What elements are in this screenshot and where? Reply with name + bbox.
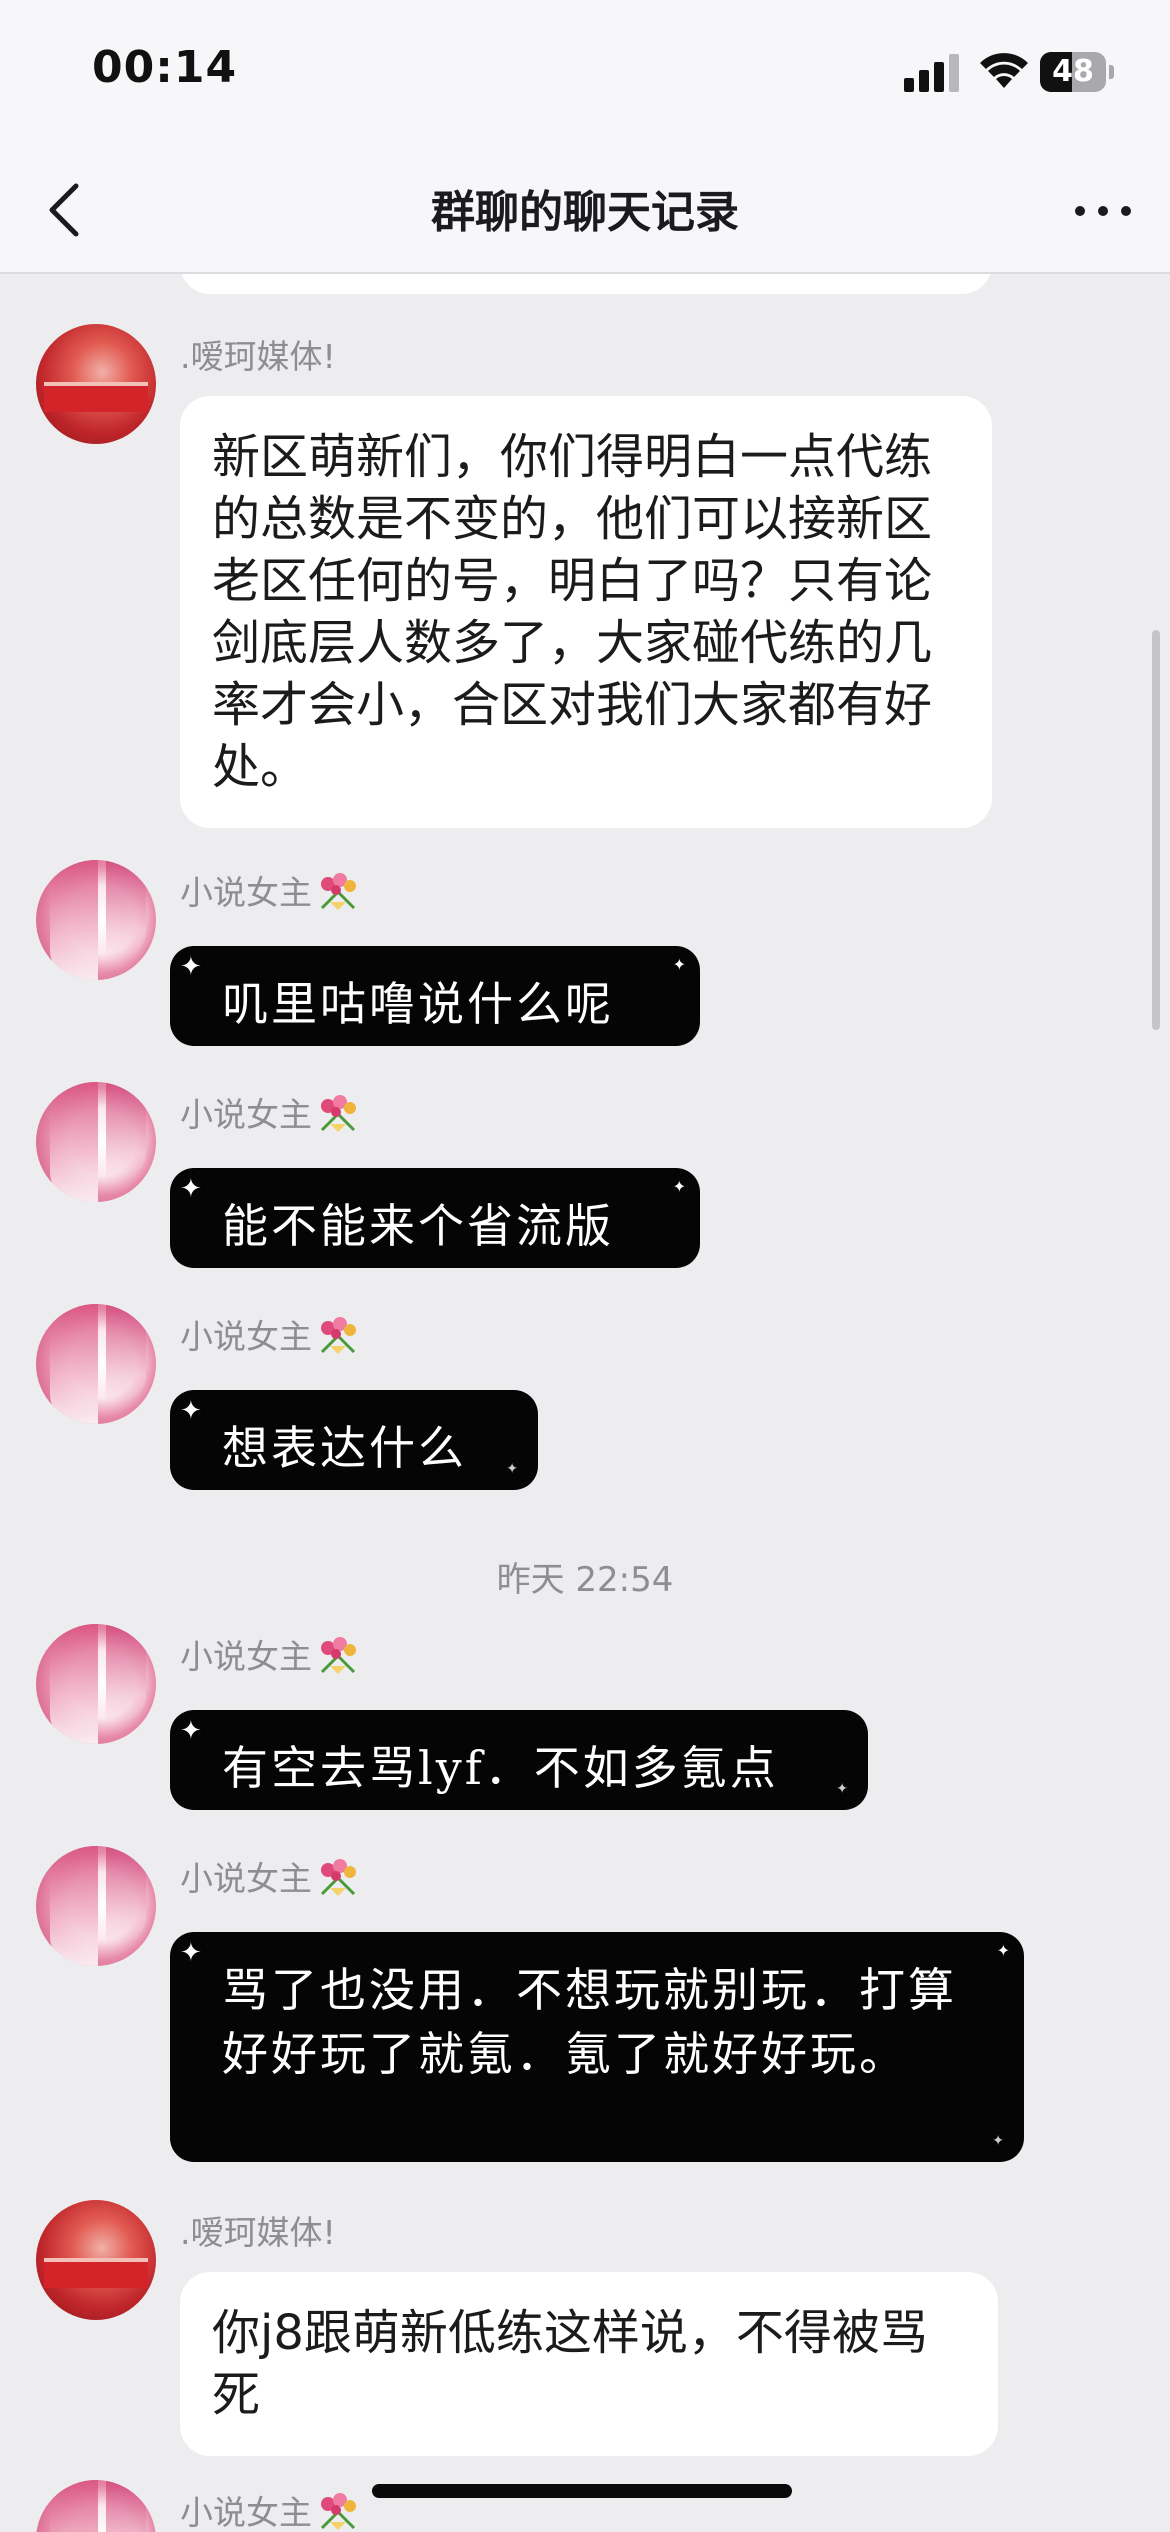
battery-body: 48 — [1040, 52, 1106, 92]
sender-name-text: 小说女主 — [180, 873, 312, 912]
message-bubble[interactable]: 你j8跟萌新低练这样说，不得被骂死 — [180, 2272, 998, 2456]
sender-name-text: .嗳珂媒体! — [180, 2213, 336, 2252]
home-indicator[interactable] — [372, 2484, 792, 2498]
avatar[interactable] — [36, 2480, 156, 2532]
nav-bar: 群聊的聊天记录 — [0, 150, 1170, 274]
sender-name: 小说女主 — [180, 1088, 360, 1136]
sender-name: 小说女主 — [180, 2486, 360, 2532]
status-bar: 00:14 48 — [0, 0, 1170, 150]
battery-cap — [1109, 65, 1114, 79]
message-text: 你j8跟萌新低练这样说，不得被骂死 — [212, 2305, 928, 2423]
message-text: 想表达什么 — [222, 1421, 467, 1475]
sparkle-icon: ✦ — [180, 1716, 202, 1746]
avatar[interactable] — [36, 1304, 156, 1424]
chat-area[interactable]: .嗳珂媒体! 新区萌新们，你们得明白一点代练的总数是不变的，他们可以接新区老区任… — [0, 274, 1170, 2532]
sparkle-icon: ✦ — [672, 1177, 686, 1196]
flower-bouquet-icon — [320, 2493, 356, 2530]
message-bubble[interactable]: ✦ ✦ 想表达什么 — [170, 1390, 538, 1490]
sparkle-icon: ✦ — [180, 1396, 202, 1426]
sparkle-icon: ✦ — [506, 1461, 518, 1477]
wifi-icon — [980, 53, 1028, 88]
status-time: 00:14 — [92, 42, 238, 93]
flower-bouquet-icon — [320, 1637, 356, 1674]
sender-name-text: 小说女主 — [180, 1637, 312, 1676]
avatar[interactable] — [36, 1624, 156, 1744]
timestamp-divider: 昨天 22:54 — [496, 1560, 674, 1600]
avatar[interactable] — [36, 2200, 156, 2320]
message-text: 能不能来个省流版 — [222, 1199, 614, 1253]
previous-message-bubble[interactable] — [180, 274, 992, 294]
sparkle-icon: ✦ — [996, 1941, 1010, 1960]
battery-icon: 48 — [1040, 52, 1114, 92]
battery-level: 48 — [1052, 54, 1094, 89]
sender-name-text: 小说女主 — [180, 2493, 312, 2532]
avatar[interactable] — [36, 1082, 156, 1202]
sparkle-icon: ✦ — [836, 1781, 848, 1797]
sender-name-text: .嗳珂媒体! — [180, 337, 336, 376]
message-bubble[interactable]: 新区萌新们，你们得明白一点代练的总数是不变的，他们可以接新区老区任何的号，明白了… — [180, 396, 992, 828]
message-text: 有空去骂lyf．不如多氪点 — [222, 1741, 779, 1795]
avatar[interactable] — [36, 324, 156, 444]
sender-name: 小说女主 — [180, 1852, 360, 1900]
message-bubble[interactable]: ✦ ✦ 能不能来个省流版 — [170, 1168, 700, 1268]
message-text: 骂了也没用．不想玩就别玩．打算好好玩了就氪．氪了就好好玩。 — [222, 1963, 957, 2081]
sender-name: .嗳珂媒体! — [180, 330, 336, 378]
message-bubble[interactable]: ✦ ✦ 叽里咕噜说什么呢 — [170, 946, 700, 1046]
sender-name-text: 小说女主 — [180, 1095, 312, 1134]
sender-name: 小说女主 — [180, 1630, 360, 1678]
page-title: 群聊的聊天记录 — [431, 187, 739, 238]
message-bubble[interactable]: ✦ ✦ ✦ 骂了也没用．不想玩就别玩．打算好好玩了就氪．氪了就好好玩。 — [170, 1932, 1024, 2162]
signal-icon — [904, 52, 960, 92]
flower-bouquet-icon — [320, 1317, 356, 1354]
sparkle-icon: ✦ — [672, 955, 686, 974]
sparkle-icon: ✦ — [180, 1938, 202, 1968]
sparkle-icon: ✦ — [992, 2133, 1004, 2149]
more-icon[interactable] — [1068, 186, 1138, 236]
sparkle-icon: ✦ — [180, 952, 202, 982]
flower-bouquet-icon — [320, 1095, 356, 1132]
sender-name: 小说女主 — [180, 866, 360, 914]
sender-name-text: 小说女主 — [180, 1859, 312, 1898]
flower-bouquet-icon — [320, 1859, 356, 1896]
message-bubble[interactable]: ✦ ✦ 有空去骂lyf．不如多氪点 — [170, 1710, 868, 1810]
scrollbar[interactable] — [1152, 630, 1160, 1030]
message-text: 叽里咕噜说什么呢 — [222, 977, 614, 1031]
avatar[interactable] — [36, 860, 156, 980]
sender-name: 小说女主 — [180, 1310, 360, 1358]
sparkle-icon: ✦ — [180, 1174, 202, 1204]
chevron-left-icon[interactable] — [30, 174, 102, 246]
flower-bouquet-icon — [320, 873, 356, 910]
sender-name: .嗳珂媒体! — [180, 2206, 336, 2254]
message-text: 新区萌新们，你们得明白一点代练的总数是不变的，他们可以接新区老区任何的号，明白了… — [212, 429, 933, 795]
sender-name-text: 小说女主 — [180, 1317, 312, 1356]
avatar[interactable] — [36, 1846, 156, 1966]
